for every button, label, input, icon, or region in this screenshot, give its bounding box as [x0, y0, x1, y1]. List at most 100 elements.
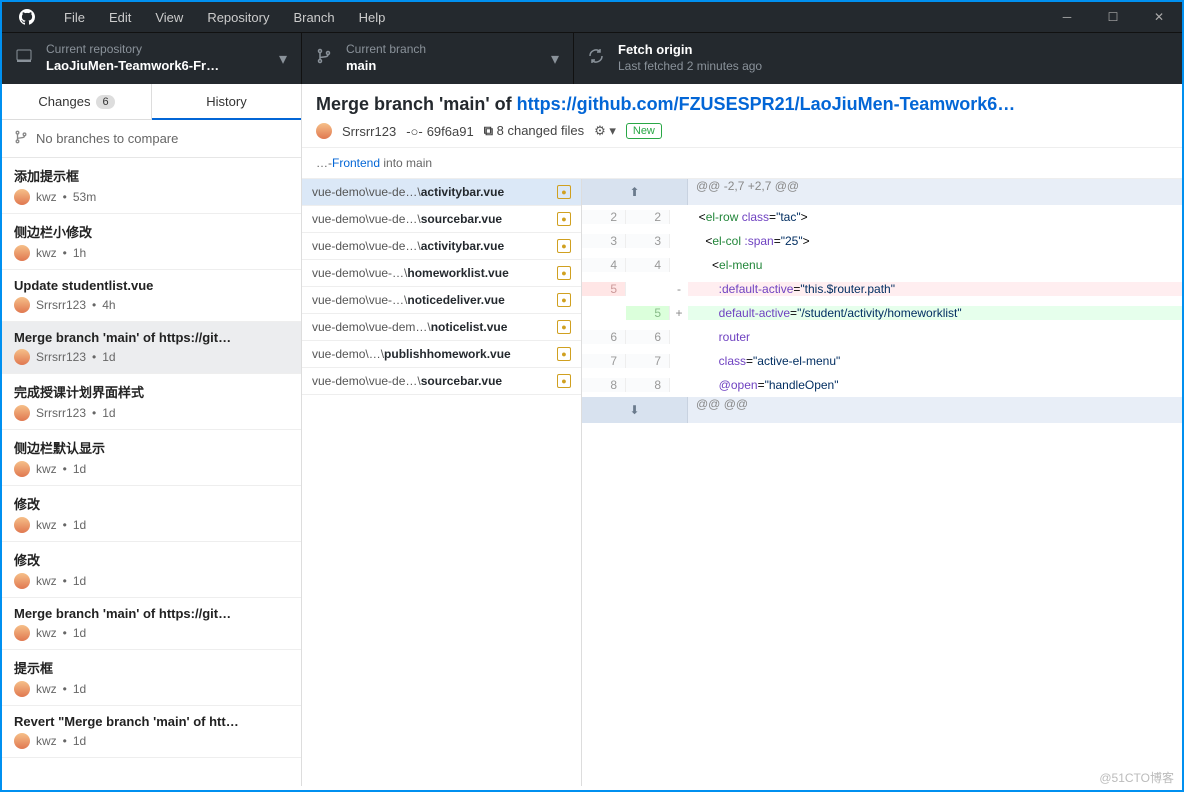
expand-up[interactable]: ⬆@@ -2,7 +2,7 @@: [582, 179, 1182, 205]
modified-icon: ●: [557, 347, 571, 361]
modified-icon: ●: [557, 374, 571, 388]
commit-item-author: kwz: [36, 574, 57, 588]
avatar: [14, 297, 30, 313]
commit-item[interactable]: 侧边栏小修改kwz•1h: [2, 214, 301, 270]
commit-item-time: 4h: [102, 298, 115, 312]
diff-line: 77 class="active-el-menu": [582, 349, 1182, 373]
file-item[interactable]: vue-demo\vue-…\homeworklist.vue●: [302, 260, 581, 287]
menu-help[interactable]: Help: [347, 10, 398, 25]
compare-branches-button[interactable]: No branches to compare: [2, 120, 301, 158]
menu-repository[interactable]: Repository: [195, 10, 281, 25]
branch-name: main: [346, 58, 426, 75]
compare-label: No branches to compare: [36, 131, 178, 146]
avatar: [14, 733, 30, 749]
fetch-origin-button[interactable]: Fetch originLast fetched 2 minutes ago: [574, 33, 1182, 84]
commit-item-time: 1d: [73, 626, 86, 640]
avatar: [14, 573, 30, 589]
commit-description: …-Frontend into main: [302, 148, 1182, 179]
commit-item[interactable]: 修改kwz•1d: [2, 486, 301, 542]
commit-item[interactable]: Merge branch 'main' of https://git…kwz•1…: [2, 598, 301, 650]
file-item[interactable]: vue-demo\…\publishhomework.vue ●: [302, 341, 581, 368]
commit-item[interactable]: Merge branch 'main' of https://git…Srrsr…: [2, 322, 301, 374]
commit-item-time: 1d: [73, 518, 86, 532]
commit-item[interactable]: 修改kwz•1d: [2, 542, 301, 598]
diff-line: 33 <el-col :span="25">: [582, 229, 1182, 253]
current-repository-button[interactable]: Current repositoryLaoJiuMen-Teamwork6-Fr…: [2, 33, 302, 84]
minimize-button[interactable]: ─: [1044, 2, 1090, 32]
expand-down[interactable]: ⬇@@ @@: [582, 397, 1182, 423]
sync-icon: [588, 48, 604, 69]
commit-item-title: 侧边栏默认显示: [14, 438, 289, 457]
repo-icon: [16, 48, 32, 69]
commit-title-link[interactable]: https://github.com/FZUSESPR21/LaoJiuMen-…: [517, 94, 1016, 114]
tab-changes[interactable]: Changes6: [2, 84, 152, 120]
menu-branch[interactable]: Branch: [281, 10, 346, 25]
file-item[interactable]: vue-demo\vue-de…\activitybar.vue●: [302, 179, 581, 206]
menu-edit[interactable]: Edit: [97, 10, 143, 25]
commit-item[interactable]: 提示框kwz•1d: [2, 650, 301, 706]
menu-file[interactable]: File: [52, 10, 97, 25]
commit-item-title: Merge branch 'main' of https://git…: [14, 330, 289, 345]
gear-icon[interactable]: ⚙ ▾: [594, 123, 616, 139]
watermark: @51CTO博客: [1099, 769, 1174, 786]
diff-line: 5- :default-active="this.$router.path": [582, 277, 1182, 301]
commit-title: Merge branch 'main' of https://github.co…: [316, 94, 1168, 115]
commit-item-title: 修改: [14, 494, 289, 513]
file-item[interactable]: vue-demo\vue-dem…\noticelist.vue●: [302, 314, 581, 341]
modified-icon: ●: [557, 212, 571, 226]
commit-detail-pane: Merge branch 'main' of https://github.co…: [302, 84, 1182, 786]
fetch-label: Fetch origin: [618, 42, 762, 59]
commit-item-time: 1d: [102, 350, 115, 364]
commit-item[interactable]: 完成授课计划界面样式Srrsrr123•1d: [2, 374, 301, 430]
commit-item-author: kwz: [36, 190, 57, 204]
fetch-sublabel: Last fetched 2 minutes ago: [618, 59, 762, 75]
file-path: vue-demo\…\publishhomework.vue: [312, 347, 551, 361]
file-item[interactable]: vue-demo\vue-de…\activitybar.vue ●: [302, 233, 581, 260]
diff-line: 88 @open="handleOpen": [582, 373, 1182, 397]
commit-item-time: 1d: [73, 682, 86, 696]
commit-item[interactable]: 添加提示框kwz•53m: [2, 158, 301, 214]
close-button[interactable]: ✕: [1136, 2, 1182, 32]
menu-view[interactable]: View: [143, 10, 195, 25]
menubar: FileEditViewRepositoryBranchHelp ─ ☐ ✕: [2, 2, 1182, 32]
modified-icon: ●: [557, 293, 571, 307]
github-logo: [2, 9, 52, 25]
modified-icon: ●: [557, 185, 571, 199]
commit-item-time: 53m: [73, 190, 96, 204]
content: Changes6 History No branches to compare …: [2, 84, 1182, 786]
commit-item[interactable]: Update studentlist.vueSrrsrr123•4h: [2, 270, 301, 322]
file-path: vue-demo\vue-de…\sourcebar.vue: [312, 212, 551, 226]
file-item[interactable]: vue-demo\vue-de…\sourcebar.vue●: [302, 368, 581, 395]
commit-item-author: Srrsrr123: [36, 298, 86, 312]
commit-item-time: 1d: [73, 574, 86, 588]
commit-item-author: Srrsrr123: [36, 406, 86, 420]
commit-item-time: 1h: [73, 246, 86, 260]
avatar: [14, 461, 30, 477]
tab-changes-label: Changes: [38, 94, 90, 109]
commit-item[interactable]: 侧边栏默认显示kwz•1d: [2, 430, 301, 486]
current-branch-button[interactable]: Current branchmain ▾: [302, 33, 574, 84]
commit-item-author: kwz: [36, 626, 57, 640]
avatar: [14, 245, 30, 261]
repo-name: LaoJiuMen-Teamwork6-Fr…: [46, 58, 219, 75]
file-item[interactable]: vue-demo\vue-…\noticedeliver.vue●: [302, 287, 581, 314]
commit-sha[interactable]: -○-69f6a91: [406, 124, 474, 139]
file-item[interactable]: vue-demo\vue-de…\sourcebar.vue ●: [302, 206, 581, 233]
file-path: vue-demo\vue-de…\activitybar.vue: [312, 239, 551, 253]
diff-line: 66 router: [582, 325, 1182, 349]
modified-icon: ●: [557, 266, 571, 280]
tab-history-label: History: [206, 94, 246, 109]
commit-item-title: 添加提示框: [14, 166, 289, 185]
commit-item-title: Merge branch 'main' of https://git…: [14, 606, 289, 621]
modified-icon: ●: [557, 320, 571, 334]
commit-item-time: 1d: [73, 462, 86, 476]
changed-files-button[interactable]: ⧉ 8 changed files: [484, 123, 584, 139]
maximize-button[interactable]: ☐: [1090, 2, 1136, 32]
tab-history[interactable]: History: [152, 84, 301, 120]
avatar: [14, 189, 30, 205]
diff-line: 5+ default-active="/student/activity/hom…: [582, 301, 1182, 325]
commit-item[interactable]: Revert "Merge branch 'main' of htt…kwz•1…: [2, 706, 301, 758]
modified-icon: ●: [557, 239, 571, 253]
avatar: [316, 123, 332, 139]
commit-item-author: kwz: [36, 734, 57, 748]
